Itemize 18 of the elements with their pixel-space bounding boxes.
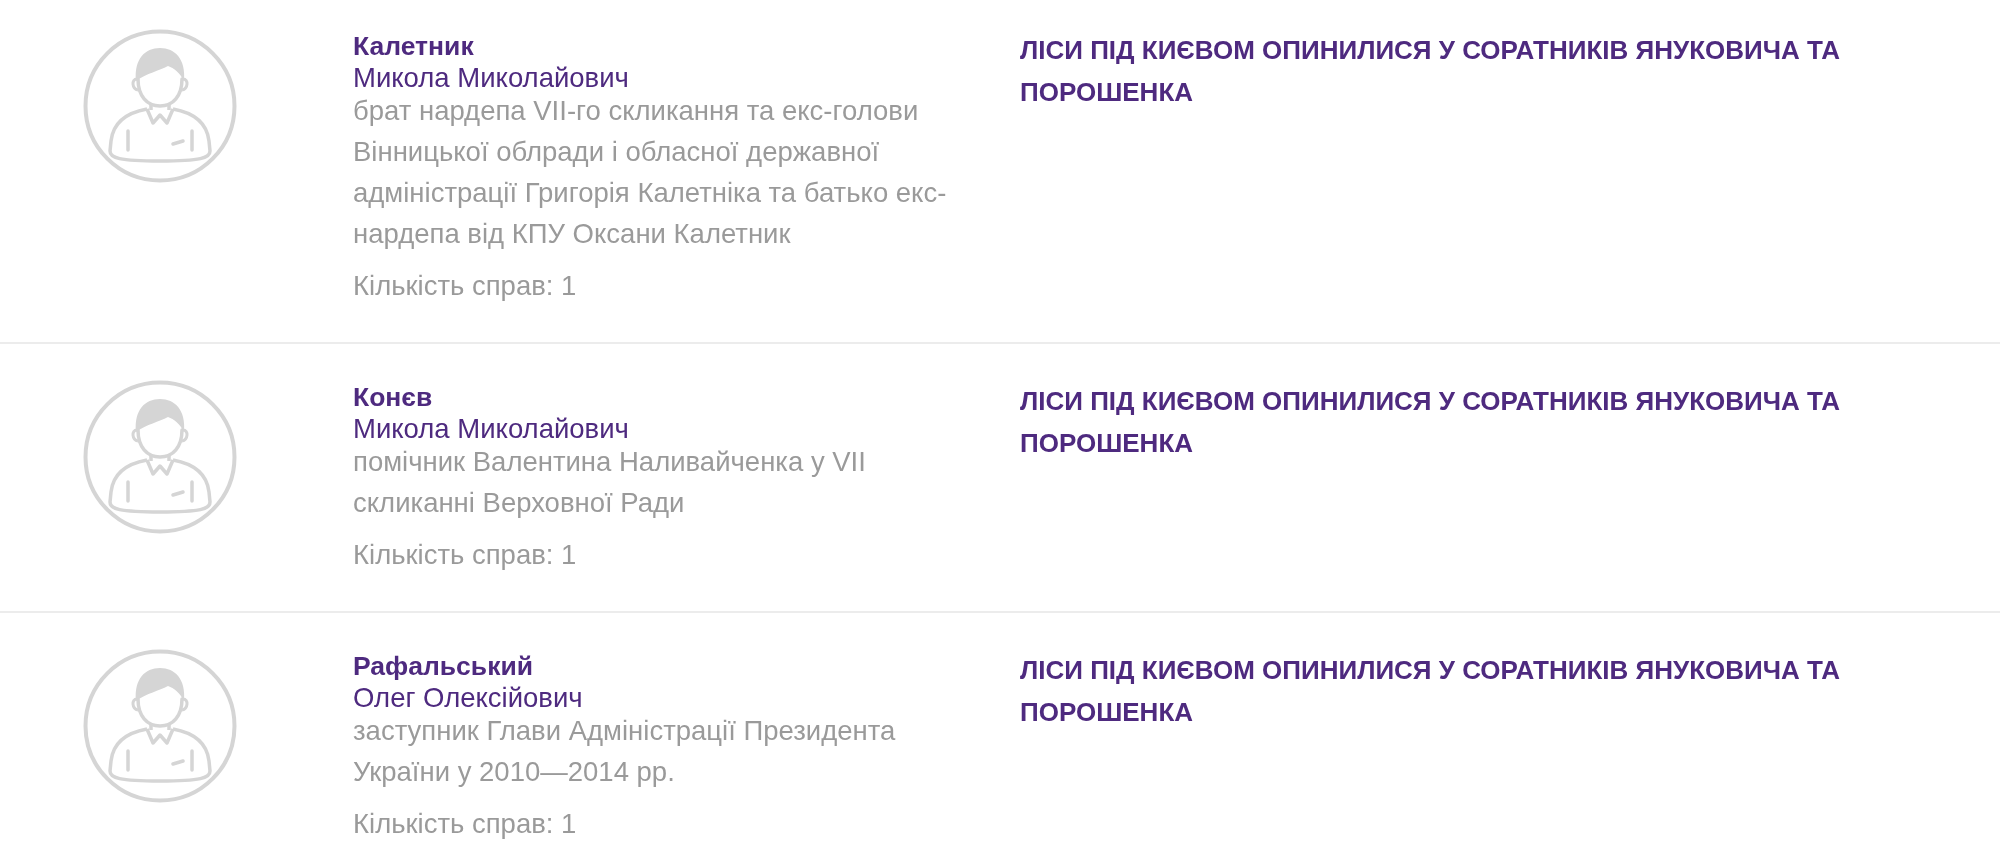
person-description: брат нардепа VII-го скликання та екс-голови Вінницької облради і обласної державної адміністрації Григорія Калетніка та батько екс-нардепа від КПУ Оксани Калетник — [353, 94, 948, 251]
given-names-link[interactable]: Микола Миколайович — [353, 412, 629, 445]
case-count: Кількість справ: 1 — [353, 807, 577, 841]
given-names-link[interactable]: Микола Миколайович — [353, 61, 629, 94]
case-title-link[interactable]: ЛІСИ ПІД КИЄВОМ ОПИНИЛИСЯ У СОРАТНИКІВ ЯНУКОВИЧА ТА ПОРОШЕНКА — [1020, 380, 1880, 464]
person-avatar-icon — [83, 380, 237, 534]
case-count: Кількість справ: 1 — [353, 269, 577, 303]
surname-link[interactable]: Калетник — [353, 31, 474, 61]
surname-link[interactable]: Конєв — [353, 382, 433, 412]
person-description: помічник Валентина Наливайченка у VII скликанні Верховної Ради — [353, 445, 867, 520]
surname-link[interactable]: Рафальський — [353, 651, 533, 681]
person-avatar-icon — [83, 29, 237, 183]
person-description: заступник Глави Адміністрації Президента України у 2010—2014 рр. — [353, 714, 897, 789]
given-names-link[interactable]: Олег Олексійович — [353, 681, 583, 714]
case-count: Кількість справ: 1 — [353, 538, 577, 572]
case-title-link[interactable]: ЛІСИ ПІД КИЄВОМ ОПИНИЛИСЯ У СОРАТНИКІВ ЯНУКОВИЧА ТА ПОРОШЕНКА — [1020, 29, 1880, 113]
case-title-link[interactable]: ЛІСИ ПІД КИЄВОМ ОПИНИЛИСЯ У СОРАТНИКІВ ЯНУКОВИЧА ТА ПОРОШЕНКА — [1020, 649, 1880, 733]
person-avatar-icon — [83, 649, 237, 803]
